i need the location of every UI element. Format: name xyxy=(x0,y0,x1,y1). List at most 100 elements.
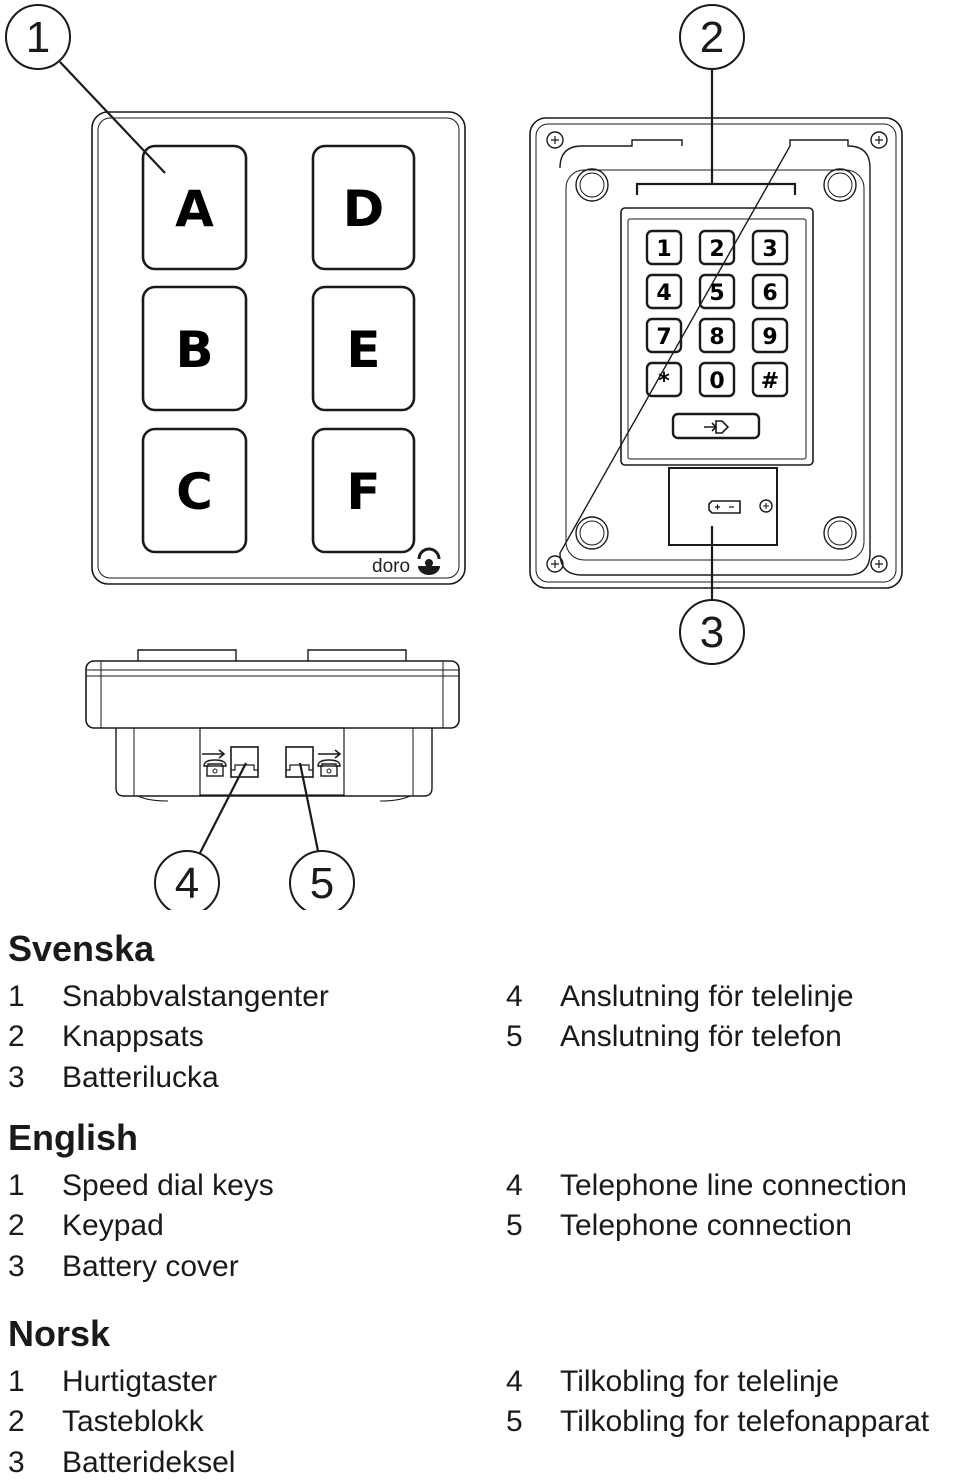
screw-icon xyxy=(546,131,564,149)
language-title: English xyxy=(8,1117,139,1158)
screw-icon xyxy=(759,499,773,513)
item-number: 2 xyxy=(8,1020,25,1053)
callout-number: 1 xyxy=(26,13,50,62)
legend-item: 2 Tasteblokk xyxy=(8,1405,204,1439)
item-text: Batterideksel xyxy=(62,1446,236,1479)
keypad-key-label: 5 xyxy=(709,281,724,306)
item-text: Telephone connection xyxy=(560,1209,852,1242)
item-text: Hurtigtaster xyxy=(62,1365,218,1398)
item-text: Tilkobling for telelinje xyxy=(560,1365,840,1398)
language-title: Svenska xyxy=(8,928,155,969)
legend-item: 4 Anslutning för telelinje xyxy=(506,980,854,1014)
callout-number: 3 xyxy=(700,608,724,657)
rubber-foot xyxy=(823,516,857,550)
keypad-unit: 1 2 3 4 5 6 7 8 9 * 0 # xyxy=(529,117,903,589)
screw-icon xyxy=(870,131,888,149)
telephone-out-icon xyxy=(317,749,342,777)
speed-dial-key-b: B xyxy=(141,285,248,412)
item-text: Battery cover xyxy=(62,1250,239,1283)
item-text: Keypad xyxy=(62,1209,164,1242)
item-number: 4 xyxy=(506,980,523,1013)
keypad-key: # xyxy=(751,361,789,398)
item-number: 2 xyxy=(8,1209,25,1242)
legend-item: 3 Battery cover xyxy=(8,1250,239,1284)
telephone-port xyxy=(285,746,342,778)
rubber-foot xyxy=(575,168,609,202)
item-text: Anslutning för telefon xyxy=(560,1020,842,1053)
language-title: Norsk xyxy=(8,1313,111,1354)
legend-item: 1 Hurtigtaster xyxy=(8,1365,217,1399)
legend-item: 3 Batterideksel xyxy=(8,1446,235,1480)
callout-3: 3 xyxy=(679,526,745,665)
telephone-line-port xyxy=(202,746,259,778)
legend-item: 1 Speed dial keys xyxy=(8,1169,274,1203)
legend-item: 5 Telephone connection xyxy=(506,1209,852,1243)
keypad-key-label: 9 xyxy=(762,325,777,350)
item-text: Batterilucka xyxy=(62,1061,219,1094)
key-label: E xyxy=(346,321,380,379)
keypad-enter-key xyxy=(671,412,761,440)
brand-text: doro xyxy=(372,556,410,577)
keypad-key-label: 3 xyxy=(762,237,777,262)
keypad-key: 8 xyxy=(698,317,736,354)
item-text: Telephone line connection xyxy=(560,1169,907,1202)
enter-arrow-icon xyxy=(704,420,730,434)
keypad-key: 6 xyxy=(751,273,789,310)
keypad-key: 9 xyxy=(751,317,789,354)
item-text: Speed dial keys xyxy=(62,1169,274,1202)
rubber-foot xyxy=(575,516,609,550)
speed-dial-unit: A D B E C F doro xyxy=(91,111,466,585)
item-number: 1 xyxy=(8,980,25,1013)
speed-dial-key-c: C xyxy=(141,427,248,554)
screw-icon xyxy=(546,555,564,573)
key-label: A xyxy=(175,180,214,238)
item-number: 3 xyxy=(8,1446,25,1479)
legend-item: 3 Batterilucka xyxy=(8,1061,219,1095)
legend-item: 2 Knappsats xyxy=(8,1020,204,1054)
telephone-line-in-icon xyxy=(202,749,227,777)
item-number: 1 xyxy=(8,1365,25,1398)
legend-item: 2 Keypad xyxy=(8,1209,164,1243)
keypad-key-label: 6 xyxy=(762,281,777,306)
legend-item: 5 Tilkobling for telefonapparat xyxy=(506,1405,929,1439)
keypad-key-label: # xyxy=(761,369,779,394)
item-number: 3 xyxy=(8,1061,25,1094)
rubber-foot xyxy=(823,168,857,202)
key-label: C xyxy=(176,463,213,521)
keypad-key-label: 1 xyxy=(656,237,671,262)
speed-dial-key-a: A xyxy=(141,144,248,271)
item-text: Anslutning för telelinje xyxy=(560,980,854,1013)
item-text: Snabbvalstangenter xyxy=(62,980,329,1013)
item-text: Tilkobling for telefonapparat xyxy=(560,1405,930,1438)
item-text: Knappsats xyxy=(62,1020,204,1053)
battery-cover xyxy=(668,467,778,546)
item-number: 5 xyxy=(506,1405,523,1438)
keypad-key-label: 2 xyxy=(709,237,724,262)
speed-dial-key-f: F xyxy=(311,427,416,554)
battery-icon xyxy=(708,500,741,514)
speed-dial-key-e: E xyxy=(311,285,416,412)
speed-dial-key-d: D xyxy=(311,144,416,271)
callout-2: 2 xyxy=(679,4,745,184)
item-number: 1 xyxy=(8,1169,25,1202)
callout-number: 5 xyxy=(310,859,334,908)
key-label: B xyxy=(175,321,213,379)
screw-icon xyxy=(870,555,888,573)
item-number: 4 xyxy=(506,1169,523,1202)
keypad: 1 2 3 4 5 6 7 8 9 * 0 # xyxy=(645,229,789,398)
keypad-key: 2 xyxy=(698,229,736,266)
item-text: Tasteblokk xyxy=(62,1405,204,1438)
keypad-key: 0 xyxy=(698,361,736,398)
keypad-key: 4 xyxy=(645,273,683,310)
key-label: F xyxy=(346,463,380,521)
item-number: 2 xyxy=(8,1405,25,1438)
item-number: 3 xyxy=(8,1250,25,1283)
legend-item: 5 Anslutning för telefon xyxy=(506,1020,842,1054)
item-number: 5 xyxy=(506,1020,523,1053)
keypad-key-label: 0 xyxy=(709,369,724,394)
key-label: D xyxy=(343,180,385,238)
legend-item: 4 Telephone line connection xyxy=(506,1169,907,1203)
side-view-unit xyxy=(85,649,460,802)
callout-number: 4 xyxy=(175,859,199,908)
doro-logo-icon xyxy=(417,547,441,575)
